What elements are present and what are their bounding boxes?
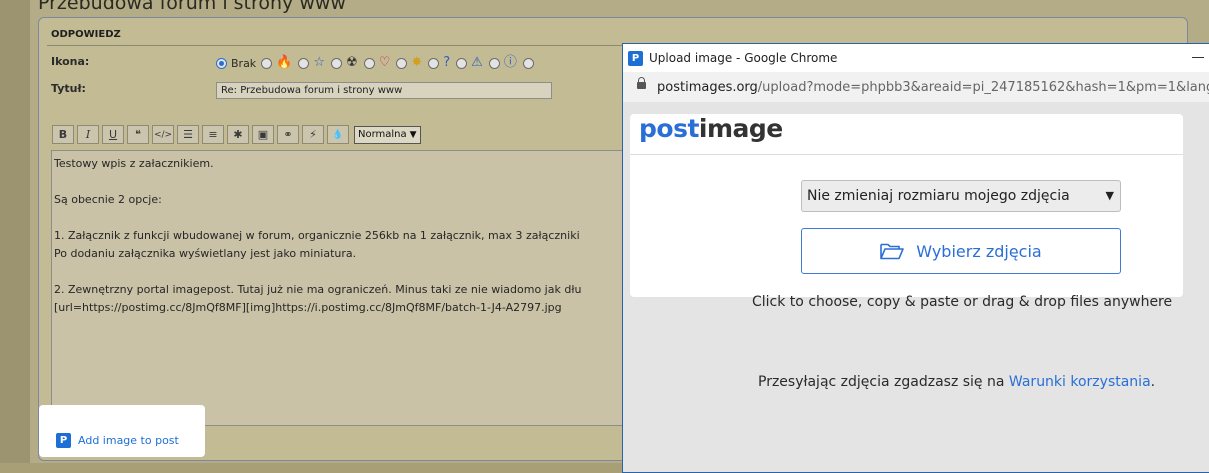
message-textarea[interactable]: Testowy wpis z załacznikiem. Są obecnie … bbox=[51, 150, 631, 426]
postimage-icon: P bbox=[56, 433, 71, 448]
code-button[interactable]: </> bbox=[152, 125, 174, 144]
editor-line bbox=[54, 173, 628, 191]
star-icon: ☆ bbox=[313, 55, 326, 70]
folder-open-icon bbox=[880, 243, 905, 260]
postimage-favicon-icon: P bbox=[628, 51, 643, 66]
resize-select-value: Nie zmieniaj rozmiaru mojego zdjęcia bbox=[807, 188, 1070, 204]
upload-popup-window: P Upload image - Google Chrome postimage… bbox=[622, 43, 1209, 473]
window-title: Upload image - Google Chrome bbox=[649, 51, 838, 65]
bold-button[interactable]: B bbox=[52, 125, 74, 144]
radio-radioactive[interactable] bbox=[331, 57, 343, 69]
fire-icon: 🔥 bbox=[276, 55, 293, 70]
chevron-down-icon: ▼ bbox=[1105, 189, 1114, 202]
url-path: /upload?mode=phpbb3&areaid=pi_247185162&… bbox=[757, 80, 1209, 95]
title-label: Tytuł: bbox=[51, 82, 86, 95]
minimize-icon[interactable] bbox=[1192, 57, 1204, 58]
quote-button[interactable]: ❝ bbox=[127, 125, 149, 144]
radio-question[interactable] bbox=[428, 57, 440, 69]
no-icon-label: Brak bbox=[231, 56, 257, 70]
radioactive-icon: ☢ bbox=[346, 55, 358, 70]
editor-toolbar: B I U ❝ </> ☰ ≡ ✱ ▣ ⚭ ⚡ 💧 Normalna ▼ bbox=[52, 125, 421, 144]
left-margin bbox=[0, 0, 30, 463]
radio-no-icon[interactable] bbox=[216, 57, 227, 69]
sparkle-icon: ✸ bbox=[411, 55, 423, 70]
editor-line: 1. Załącznik z funkcji wbudowanej w foru… bbox=[54, 229, 580, 242]
list-item-button[interactable]: ✱ bbox=[227, 125, 249, 144]
url-host: postimages.org bbox=[657, 80, 758, 95]
question-icon: ? bbox=[443, 55, 451, 70]
choose-images-label: Wybierz zdjęcia bbox=[916, 241, 1042, 261]
upload-card: postimage Nie zmieniaj rozmiaru mojego z… bbox=[630, 114, 1183, 297]
radio-smiley[interactable] bbox=[522, 57, 534, 69]
ordered-list-button[interactable]: ≡ bbox=[202, 125, 224, 144]
icon-label: Ikona: bbox=[51, 55, 90, 68]
editor-line: Są obecnie 2 opcje: bbox=[54, 193, 162, 206]
radio-fire[interactable] bbox=[261, 57, 273, 69]
image-button[interactable]: ▣ bbox=[252, 125, 274, 144]
font-size-select[interactable]: Normalna ▼ bbox=[354, 125, 421, 144]
radio-star[interactable] bbox=[298, 57, 310, 69]
warning-icon: ⚠ bbox=[471, 55, 483, 70]
color-button[interactable]: 💧 bbox=[327, 125, 349, 144]
radio-heart[interactable] bbox=[363, 57, 375, 69]
terms-link[interactable]: Warunki korzystania bbox=[1009, 374, 1151, 390]
section-heading: ODPOWIEDZ bbox=[51, 29, 121, 40]
radio-warning[interactable] bbox=[456, 57, 468, 69]
terms-text: Przesyłając zdjęcia zgadzasz się na Waru… bbox=[758, 374, 1156, 390]
flash-button[interactable]: ⚡ bbox=[302, 125, 324, 144]
italic-button[interactable]: I bbox=[77, 125, 99, 144]
chevron-down-icon: ▼ bbox=[409, 129, 417, 140]
url-text: postimages.org/upload?mode=phpbb3&areaid… bbox=[657, 80, 1209, 95]
page-title: Przebudowa forum i strony www bbox=[38, 0, 346, 14]
postimage-logo: postimage bbox=[639, 114, 783, 143]
logo-strip: postimage bbox=[630, 114, 1183, 155]
link-button[interactable]: ⚭ bbox=[277, 125, 299, 144]
resize-select[interactable]: Nie zmieniaj rozmiaru mojego zdjęcia ▼ bbox=[801, 180, 1121, 212]
list-button[interactable]: ☰ bbox=[177, 125, 199, 144]
icon-radio-group: Brak 🔥 ☆ ☢ ♡ ✸ ? ⚠ ⓘ bbox=[216, 55, 538, 71]
heart-icon: ♡ bbox=[378, 55, 391, 70]
info-icon: ⓘ bbox=[503, 55, 517, 70]
editor-line: Testowy wpis z załacznikiem. bbox=[54, 157, 214, 170]
editor-line: [url=https://postimg.cc/8JmQf8MF][img]ht… bbox=[54, 301, 562, 314]
title-input[interactable]: Re: Przebudowa forum i strony www bbox=[216, 82, 552, 99]
editor-line: Po dodaniu załącznika wyświetlany jest j… bbox=[54, 247, 357, 260]
font-size-value: Normalna bbox=[358, 129, 407, 140]
editor-line: 2. Zewnętrzny portal imagepost. Tutaj ju… bbox=[54, 283, 582, 296]
add-image-box: P Add image to post bbox=[39, 405, 205, 457]
drop-hint: Click to choose, copy & paste or drag & … bbox=[752, 294, 1173, 310]
radio-info[interactable] bbox=[488, 57, 500, 69]
address-bar[interactable]: postimages.org/upload?mode=phpbb3&areaid… bbox=[623, 72, 1209, 102]
editor-line bbox=[54, 263, 628, 281]
underline-button[interactable]: U bbox=[102, 125, 124, 144]
add-image-link[interactable]: Add image to post bbox=[78, 434, 179, 447]
choose-images-button[interactable]: Wybierz zdjęcia bbox=[801, 228, 1121, 274]
lock-icon bbox=[637, 77, 646, 89]
window-titlebar[interactable]: P Upload image - Google Chrome bbox=[623, 44, 1209, 72]
editor-line bbox=[54, 209, 628, 227]
radio-sparkle[interactable] bbox=[396, 57, 408, 69]
